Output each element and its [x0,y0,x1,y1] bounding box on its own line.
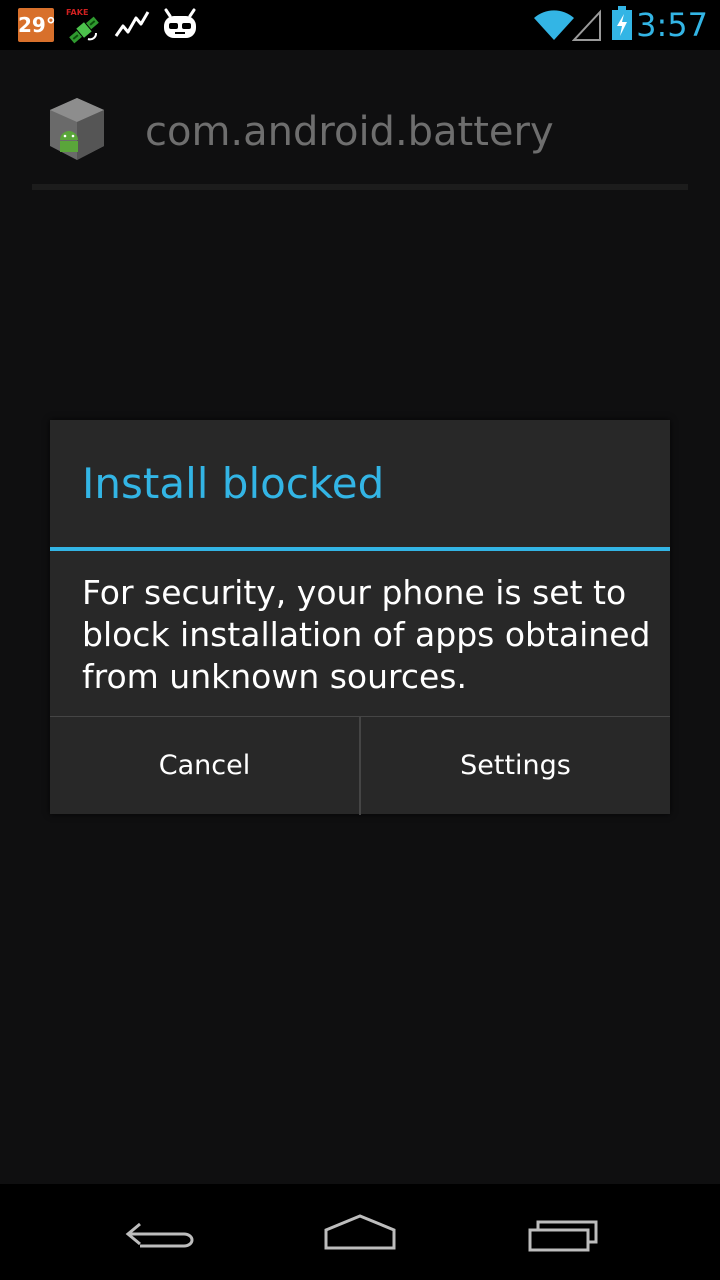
status-clock: 3:57 [636,6,708,44]
app-header: com.android.battery [0,50,720,190]
app-title: com.android.battery [145,109,554,155]
dialog-button-bar: Cancel Settings [50,716,670,815]
dialog-title-divider [50,547,670,551]
temperature-badge: 29° [18,8,56,42]
status-bar: 29° FAKE 3:57 [0,0,720,50]
cancel-button[interactable]: Cancel [50,717,359,815]
fake-gps-satellite-icon: FAKE [66,8,99,44]
fake-gps-label: FAKE [66,8,88,17]
recent-apps-button[interactable] [502,1202,622,1262]
home-icon [324,1214,396,1250]
dialog-message: For security, your phone is set to block… [82,573,651,696]
cellular-signal-icon [572,9,601,41]
back-button[interactable] [100,1202,220,1262]
header-divider [32,184,688,190]
recent-apps-icon [528,1220,598,1252]
activity-chart-icon [114,11,150,37]
wifi-icon [534,10,574,40]
back-icon [125,1222,194,1248]
navigation-bar [0,1184,720,1280]
battery-charging-icon [612,6,632,40]
install-blocked-dialog: Install blocked For security, your phone… [50,420,670,815]
settings-button[interactable]: Settings [361,717,670,815]
home-button[interactable] [300,1202,420,1262]
dialog-title: Install blocked [82,459,385,508]
cyanogenmod-mascot-icon [164,8,196,38]
package-installer-icon [50,98,104,160]
